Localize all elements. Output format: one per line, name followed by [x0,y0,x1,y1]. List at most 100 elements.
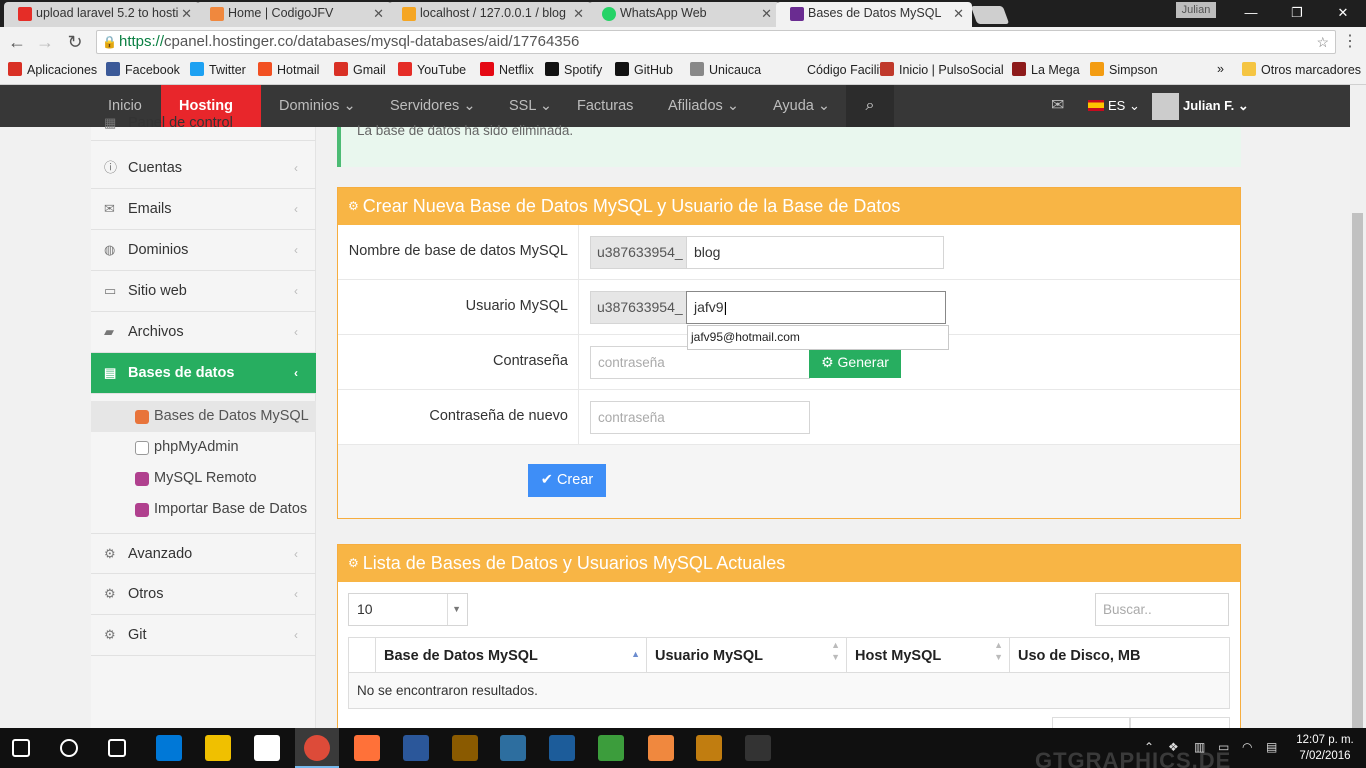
sidebar-item-bases-de-datos[interactable]: ▤ Bases de datos ‹ [91,353,316,394]
other-bookmarks[interactable]: Otros marcadores [1242,62,1361,77]
search-icon[interactable] [60,739,78,757]
column-host[interactable]: Host MySQL ▲ ▼ [846,638,1009,672]
new-tab-button[interactable] [970,6,1010,24]
generate-button[interactable]: ⚙ Generar [809,346,901,378]
browser-tab-active[interactable]: Bases de Datos MySQL ✕ [776,2,972,27]
nav-ssl[interactable]: SSL ⌄ [509,85,552,127]
subitem-phpmyadmin[interactable]: phpMyAdmin [91,432,316,463]
password-input[interactable]: contraseña [590,346,810,379]
close-tab-icon[interactable]: ✕ [181,6,192,22]
file-explorer-icon[interactable] [205,735,231,761]
bookmark-hotmail[interactable]: Hotmail [258,62,319,77]
terminal-icon[interactable] [745,735,771,761]
reload-icon[interactable]: ↻ [64,31,86,53]
sidebar-item-sitio-web[interactable]: ▭ Sitio web ‹ [91,271,316,312]
bookmark-apps[interactable]: Aplicaciones [8,62,97,77]
subitem-importar[interactable]: Importar Base de Datos [91,494,316,525]
bookmark-spotify[interactable]: Spotify [545,62,602,77]
bookmark-pulsosocial[interactable]: Inicio | PulsoSocial [880,62,1004,77]
camtasia-icon[interactable] [598,735,624,761]
nav-servidores[interactable]: Servidores ⌄ [390,85,476,127]
sidebar-item-otros[interactable]: ⚙ Otros ‹ [91,574,316,615]
browser-tab[interactable]: upload laravel 5.2 to hosti ✕ [4,2,200,27]
close-tab-icon[interactable]: ✕ [373,6,384,22]
game-icon[interactable] [452,735,478,761]
sidebar-item-emails[interactable]: ✉ Emails ‹ [91,189,316,230]
avatar[interactable] [1152,93,1179,120]
create-button[interactable]: ✔ Crear [528,464,606,497]
browser-tab[interactable]: localhost / 127.0.0.1 / blog ✕ [388,2,592,27]
db-name-input[interactable]: blog [686,236,944,269]
sidebar-item-git[interactable]: ⚙ Git ‹ [91,615,316,656]
bookmark-facebook[interactable]: Facebook [106,62,180,77]
search-icon[interactable]: ⌕ [846,85,894,127]
windows-start-icon[interactable] [12,739,30,757]
sublime-icon[interactable] [696,735,722,761]
password-repeat-input[interactable]: contraseña [590,401,810,434]
bookmark-netflix[interactable]: Netflix [480,62,534,77]
task-view-icon[interactable] [108,739,126,757]
restore-icon[interactable]: ❐ [1274,2,1320,24]
nav-afiliados[interactable]: Afiliados ⌄ [668,85,739,127]
subitem-mysql-remoto[interactable]: MySQL Remoto [91,463,316,494]
bookmark-simpson[interactable]: Simpson [1090,62,1158,77]
close-tab-icon[interactable]: ✕ [761,6,772,22]
notifications-icon[interactable]: ▤ [1266,740,1277,754]
autocomplete-suggestion[interactable]: jafv95@hotmail.com [687,325,949,350]
wifi-icon[interactable]: ◠ [1242,740,1252,754]
word-icon[interactable] [403,735,429,761]
xampp-icon[interactable] [648,735,674,761]
sidebar-item-cuentas[interactable]: ⓘ Cuentas ‹ [91,148,316,189]
subitem-mysql-databases[interactable]: Bases de Datos MySQL [91,401,316,432]
netflix-icon [480,62,494,76]
page-size-select[interactable]: 10 ▼ [348,593,468,626]
bookmark-la-mega[interactable]: La Mega [1012,62,1080,77]
back-icon[interactable]: ← [6,31,28,53]
nav-facturas[interactable]: Facturas [577,85,633,127]
system-clock[interactable]: 12:07 p. m. 7/02/2016 [1290,732,1360,764]
edge-icon[interactable] [156,735,182,761]
scrollbar-thumb[interactable] [1352,213,1363,733]
divider [578,390,579,445]
nav-ayuda[interactable]: Ayuda ⌄ [773,85,830,127]
bookmark-unicauca[interactable]: Unicauca [690,62,761,77]
mail-icon[interactable]: ✉ [1051,85,1064,127]
store-icon[interactable] [254,735,280,761]
language-selector[interactable]: ES ⌄ [1088,85,1140,127]
bookmarks-bar: Aplicaciones Facebook Twitter Hotmail Gmail Y… [0,57,1366,85]
app-icon[interactable] [500,735,526,761]
column-user[interactable]: Usuario MySQL ▲ ▼ [646,638,846,672]
page-scrollbar[interactable] [1350,85,1366,733]
browser-tab[interactable]: Home | CodigoJFV ✕ [196,2,392,27]
column-disk-usage[interactable]: Uso de Disco, MB [1009,638,1229,672]
address-bar[interactable]: 🔒 https://cpanel.hostinger.co/databases/… [96,30,1336,54]
forward-icon[interactable]: → [34,31,56,53]
sidebar-item-panel[interactable]: ▦ Panel de control [91,113,316,141]
user-menu[interactable]: Julian F. ⌄ [1183,85,1249,127]
firefox-icon[interactable] [354,735,380,761]
menu-icon[interactable]: ⋮ [1342,31,1358,51]
sidebar-label: Otros [128,586,164,602]
visual-studio-icon[interactable] [549,735,575,761]
sidebar-item-avanzado[interactable]: ⚙ Avanzado ‹ [91,533,316,574]
user-input[interactable]: jafv9| [686,291,946,324]
bookmarks-overflow[interactable]: » [1217,62,1224,76]
bookmark-codigo-facilito[interactable]: Código Facilito [788,62,890,77]
success-alert: La base de datos ha sido eliminada. [337,123,1241,167]
sidebar-item-dominios[interactable]: ◍ Dominios ‹ [91,230,316,271]
profile-badge[interactable]: Julian [1176,2,1216,18]
browser-tab[interactable]: WhatsApp Web ✕ [588,2,780,27]
star-icon[interactable]: ☆ [1316,31,1329,53]
close-tab-icon[interactable]: ✕ [953,6,964,22]
bookmark-twitter[interactable]: Twitter [190,62,246,77]
close-tab-icon[interactable]: ✕ [573,6,584,22]
bookmark-youtube[interactable]: YouTube [398,62,466,77]
column-db-name[interactable]: Base de Datos MySQL ▲ [375,638,646,672]
bookmark-github[interactable]: GitHub [615,62,673,77]
close-window-icon[interactable]: ✕ [1320,2,1366,24]
sidebar-item-archivos[interactable]: ▰ Archivos ‹ [91,312,316,353]
bookmark-gmail[interactable]: Gmail [334,62,386,77]
chrome-icon[interactable] [304,735,330,761]
table-search-input[interactable]: Buscar.. [1095,593,1229,626]
minimize-icon[interactable]: — [1228,2,1274,24]
